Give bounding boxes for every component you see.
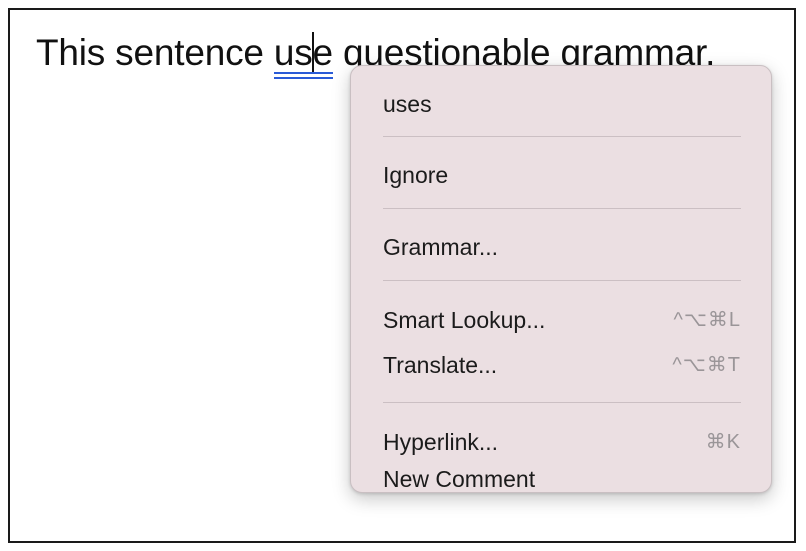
context-menu: uses Ignore Grammar... Smart Lookup... ^… (350, 65, 772, 493)
menu-separator (383, 208, 741, 209)
smart-lookup-shortcut: ^⌥⌘L (673, 309, 741, 331)
grammar-label: Grammar... (383, 234, 499, 260)
menu-separator (383, 402, 741, 403)
menu-item-smart-lookup[interactable]: Smart Lookup... ^⌥⌘L (383, 303, 741, 337)
flagged-word-part-1: us (273, 32, 313, 73)
new-comment-label: New Comment (383, 466, 536, 492)
menu-item-hyperlink[interactable]: Hyperlink... ⌘K (383, 425, 741, 459)
flagged-word-part-2: e (312, 32, 334, 73)
menu-separator (383, 280, 741, 281)
translate-shortcut: ^⌥⌘T (672, 354, 741, 376)
hyperlink-shortcut: ⌘K (705, 431, 741, 453)
flagged-word[interactable]: use (273, 32, 334, 79)
smart-lookup-label: Smart Lookup... (383, 307, 546, 333)
menu-item-suggestion-uses[interactable]: uses (383, 87, 741, 121)
menu-separator (383, 136, 741, 137)
text-before: This sentence (36, 32, 274, 73)
hyperlink-label: Hyperlink... (383, 429, 499, 455)
menu-item-translate[interactable]: Translate... ^⌥⌘T (383, 348, 741, 382)
grammar-underline-second (273, 77, 333, 79)
grammar-underline (273, 72, 333, 74)
ignore-label: Ignore (383, 162, 449, 188)
document-window: This sentence use questionable grammar. … (8, 8, 796, 543)
menu-item-new-comment[interactable]: New Comment (383, 462, 741, 496)
translate-label: Translate... (383, 352, 498, 378)
menu-item-grammar[interactable]: Grammar... (383, 230, 741, 264)
menu-item-ignore[interactable]: Ignore (383, 158, 741, 192)
suggestion-label: uses (383, 91, 432, 117)
